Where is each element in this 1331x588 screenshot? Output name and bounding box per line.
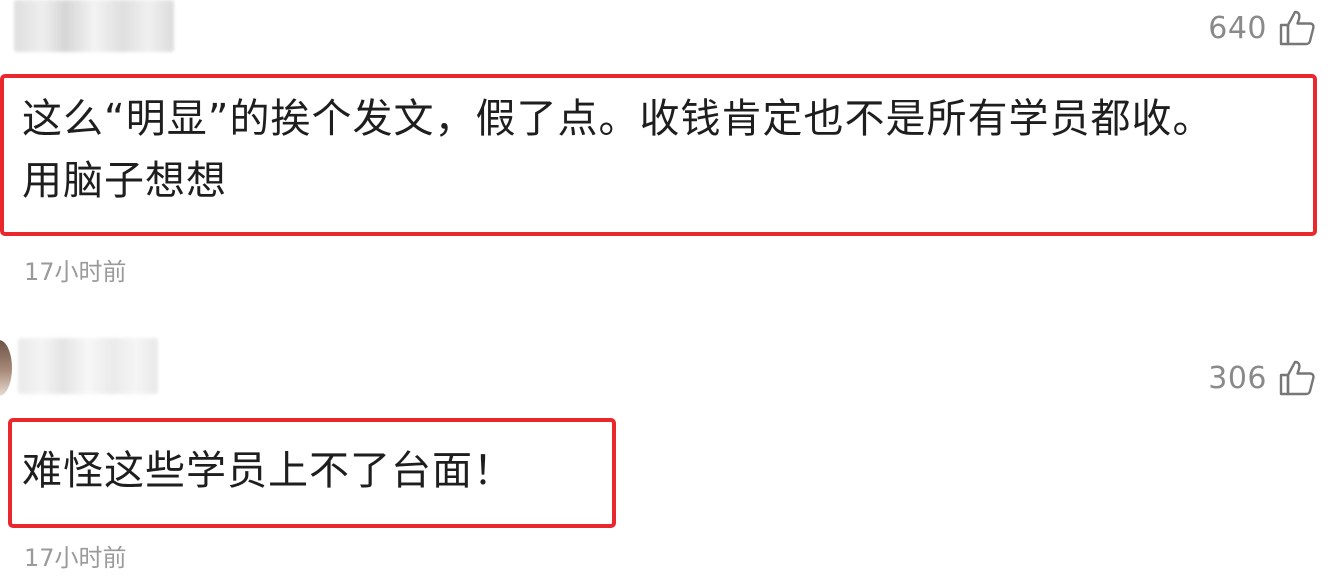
- like-button[interactable]: 640: [1208, 8, 1317, 48]
- thumbs-up-icon: [1279, 360, 1315, 396]
- comment-text-line-1: 难怪这些学员上不了台面！: [22, 448, 514, 494]
- username-redacted: [14, 0, 174, 52]
- like-count: 306: [1208, 360, 1267, 396]
- like-count: 640: [1208, 10, 1267, 46]
- comment-text-line-2: 用脑子想想: [22, 158, 227, 204]
- username-redacted: [18, 338, 158, 394]
- comment-text-line-1: 这么“明显”的挨个发文，假了点。收钱肯定也不是所有学员都收。: [22, 96, 1214, 142]
- avatar[interactable]: [0, 340, 12, 396]
- like-button[interactable]: 306: [1208, 358, 1317, 398]
- comment-timestamp: 17小时前: [24, 544, 127, 572]
- thumbs-up-icon: [1279, 10, 1315, 46]
- comment-item: 640 这么“明显”的挨个发文，假了点。收钱肯定也不是所有学员都收。 用脑子想想…: [0, 0, 1331, 300]
- comment-timestamp: 17小时前: [24, 258, 127, 286]
- comment-item: 306 难怪这些学员上不了台面！ 17小时前: [0, 330, 1331, 588]
